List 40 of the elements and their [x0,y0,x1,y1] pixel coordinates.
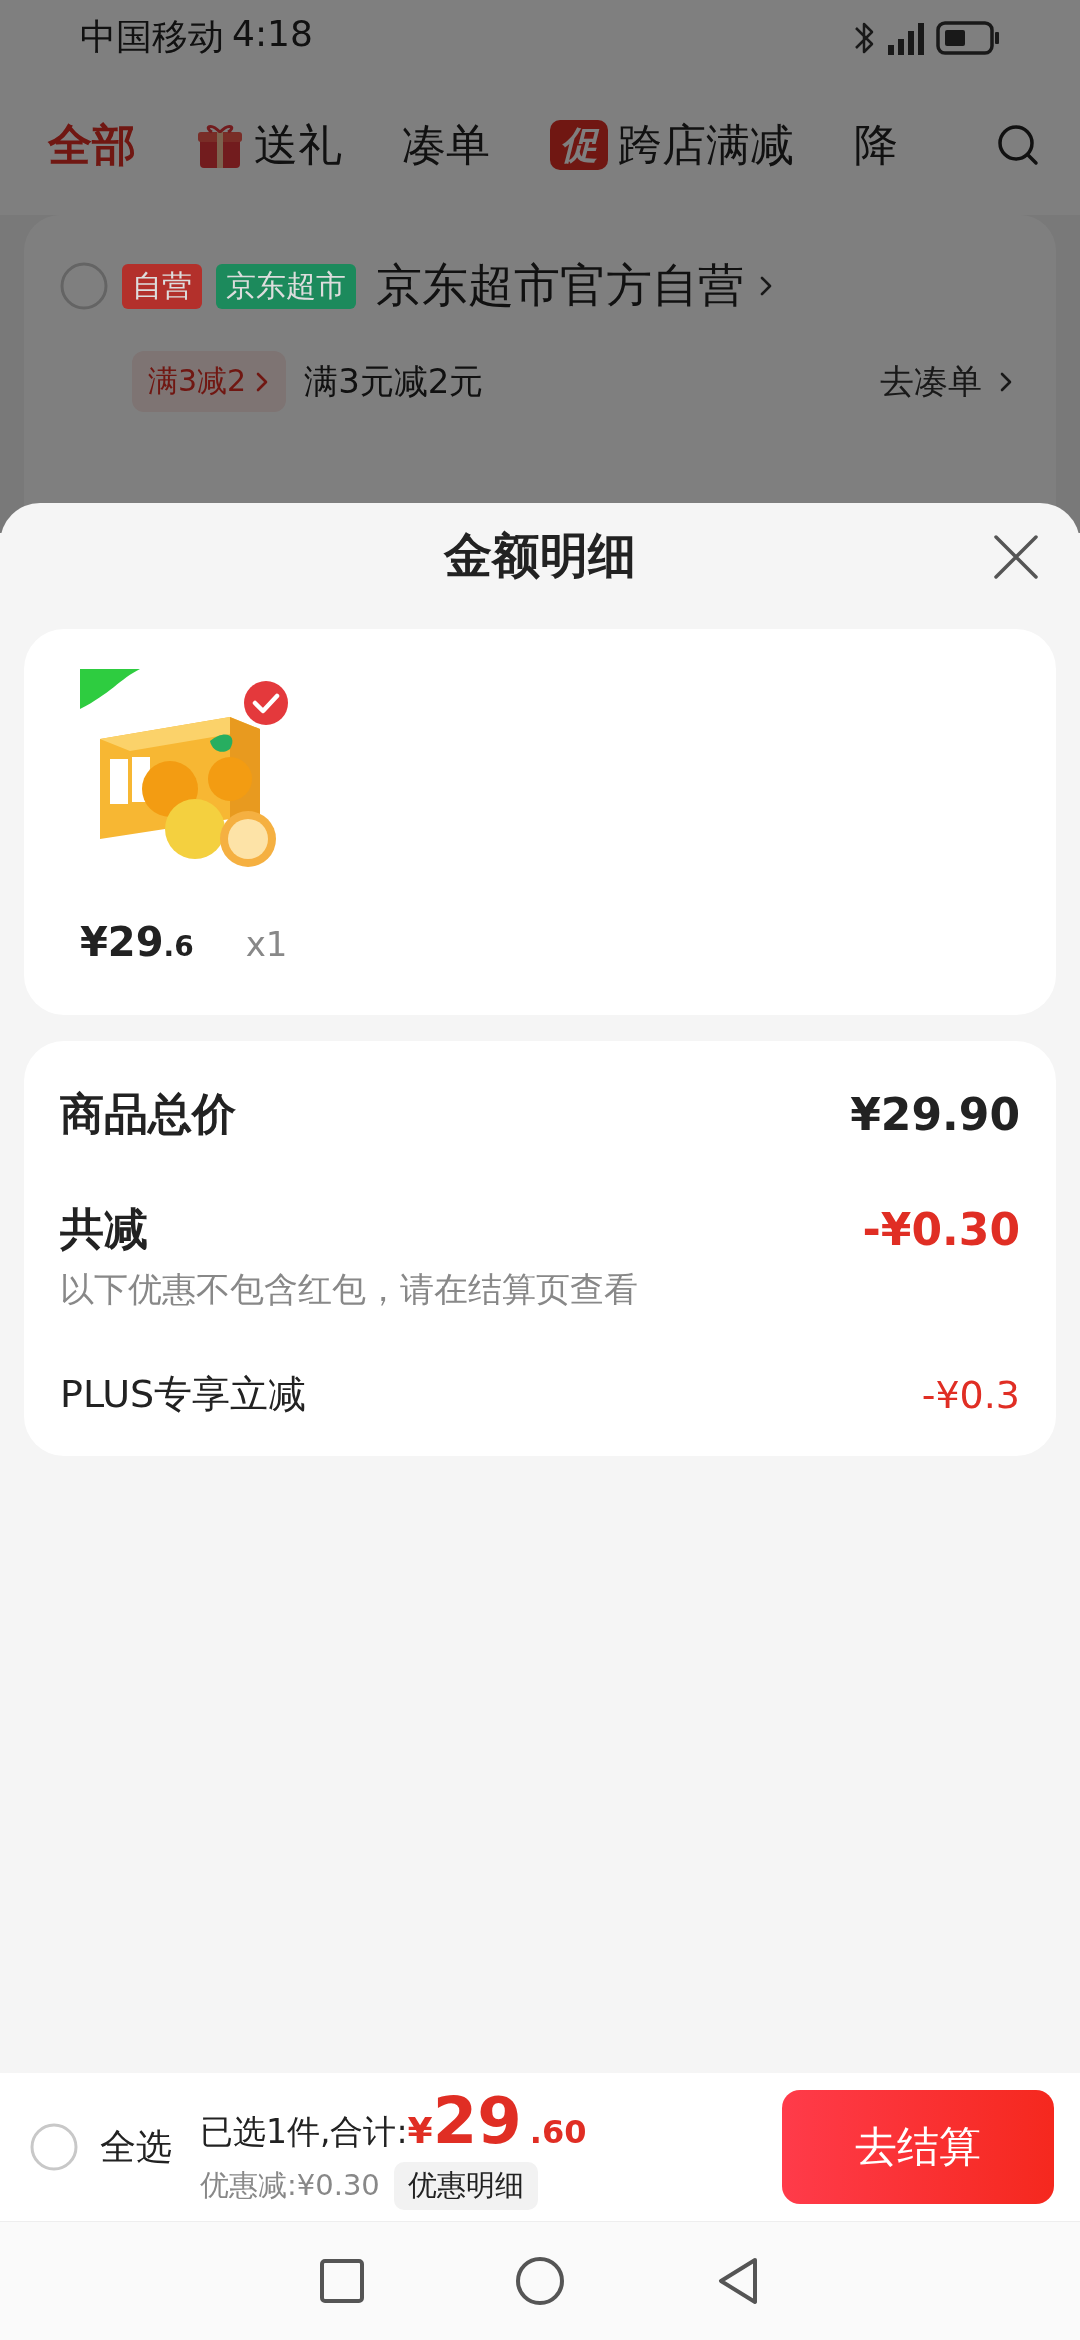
summary-note: 以下优惠不包含红包，请在结算页查看 [60,1268,639,1311]
chevron-icon [758,275,774,297]
promo-tag[interactable]: 满3减2 [132,351,287,412]
shop-name[interactable]: 京东超市官方自营 [376,255,744,317]
store-tag: 自营 [122,263,202,309]
carrier-name: 中国移动 [80,15,224,59]
category-tab[interactable]: 降 [854,115,898,175]
summary-label: 商品总价 [60,1087,236,1141]
category-tab[interactable]: 全部 [48,115,136,175]
chevron-icon [998,370,1014,393]
category-tab[interactable]: 促 跨店满减 [550,115,794,175]
close-icon[interactable] [992,533,1040,581]
summary-amount: -¥0.30 [862,1204,1020,1255]
summary-amount: -¥0.3 [921,1372,1020,1417]
selected-summary: 已选1件,合计: [200,2111,408,2153]
item-price: ¥29.6 [80,919,194,965]
total-price: ¥29.60 [407,2084,587,2158]
checkbox[interactable] [30,2123,78,2171]
recents-icon[interactable] [319,2258,365,2304]
battery-icon [936,18,1000,57]
add-on-link[interactable]: 去凑单 [874,357,1020,406]
sheet-title: 金额明细 [444,526,636,585]
category-tab[interactable]: 凑单 [402,115,490,175]
checkout-button[interactable]: 去结算 [782,2090,1054,2204]
category-tab[interactable]: 送礼 [196,115,342,175]
store-tag: 京东超市 [216,263,356,309]
promo-badge: 促 [550,120,608,170]
summary-label: PLUS专享立减 [60,1371,307,1418]
checkbox[interactable] [60,262,108,310]
discount-text: 优惠减:¥0.30 [200,2167,380,2204]
summary-label: 共减 [60,1202,148,1256]
summary-amount: ¥29.90 [850,1089,1020,1140]
discount-details-button[interactable]: 优惠明细 [393,2162,538,2210]
home-icon[interactable] [515,2256,565,2306]
item-quantity: x1 [245,924,288,964]
search-icon[interactable] [996,123,1040,167]
promo-text: 满3元减2元 [304,359,484,403]
select-all-label[interactable]: 全选 [100,2122,172,2172]
checkbox[interactable] [242,679,290,727]
clock-time: 4:18 [232,13,313,56]
